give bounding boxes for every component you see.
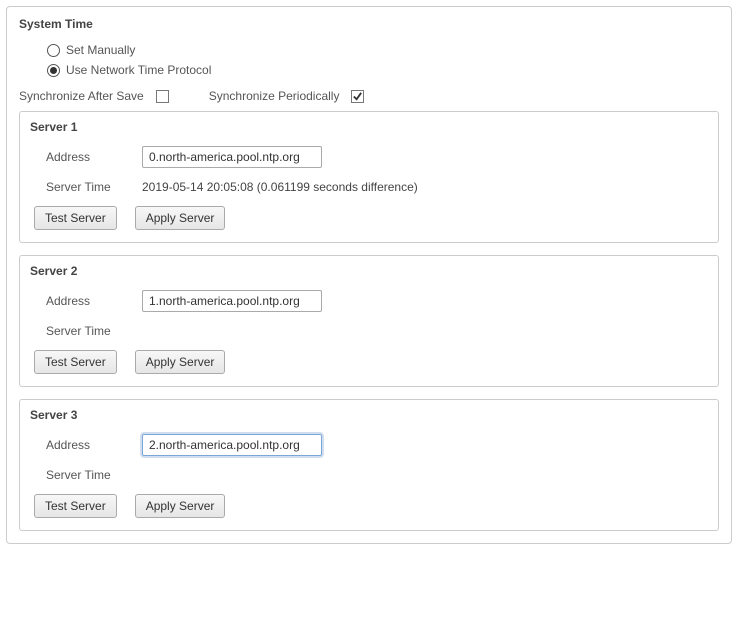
server-2-apply-button[interactable]: Apply Server — [135, 350, 226, 374]
server-1-time-label: Server Time — [46, 180, 142, 194]
system-time-panel: System Time Set Manually Use Network Tim… — [6, 6, 732, 544]
sync-periodically-label: Synchronize Periodically — [209, 89, 340, 103]
server-1-box: Server 1 Address Server Time 2019-05-14 … — [19, 111, 719, 243]
radio-set-manually[interactable] — [47, 44, 60, 57]
sync-after-save-label: Synchronize After Save — [19, 89, 144, 103]
panel-title: System Time — [19, 17, 719, 31]
server-1-test-button[interactable]: Test Server — [34, 206, 117, 230]
time-mode-radio-group: Set Manually Use Network Time Protocol — [47, 43, 719, 77]
server-3-address-label: Address — [46, 438, 142, 452]
server-3-title: Server 3 — [30, 408, 708, 422]
server-1-apply-button[interactable]: Apply Server — [135, 206, 226, 230]
server-1-address-label: Address — [46, 150, 142, 164]
server-2-address-input[interactable] — [142, 290, 322, 312]
server-2-time-label: Server Time — [46, 324, 142, 338]
server-3-box: Server 3 Address Server Time Test Server… — [19, 399, 719, 531]
server-3-apply-button[interactable]: Apply Server — [135, 494, 226, 518]
server-1-title: Server 1 — [30, 120, 708, 134]
sync-options-row: Synchronize After Save Synchronize Perio… — [19, 89, 719, 103]
server-2-test-button[interactable]: Test Server — [34, 350, 117, 374]
server-3-time-label: Server Time — [46, 468, 142, 482]
sync-after-save-checkbox[interactable] — [156, 90, 169, 103]
sync-periodically-checkbox[interactable] — [351, 90, 364, 103]
server-1-time-value: 2019-05-14 20:05:08 (0.061199 seconds di… — [142, 180, 418, 194]
radio-set-manually-label: Set Manually — [66, 43, 135, 57]
server-3-test-button[interactable]: Test Server — [34, 494, 117, 518]
radio-use-ntp[interactable] — [47, 64, 60, 77]
server-2-title: Server 2 — [30, 264, 708, 278]
server-1-address-input[interactable] — [142, 146, 322, 168]
server-2-box: Server 2 Address Server Time Test Server… — [19, 255, 719, 387]
server-2-address-label: Address — [46, 294, 142, 308]
server-3-address-input[interactable] — [142, 434, 322, 456]
radio-use-ntp-label: Use Network Time Protocol — [66, 63, 211, 77]
